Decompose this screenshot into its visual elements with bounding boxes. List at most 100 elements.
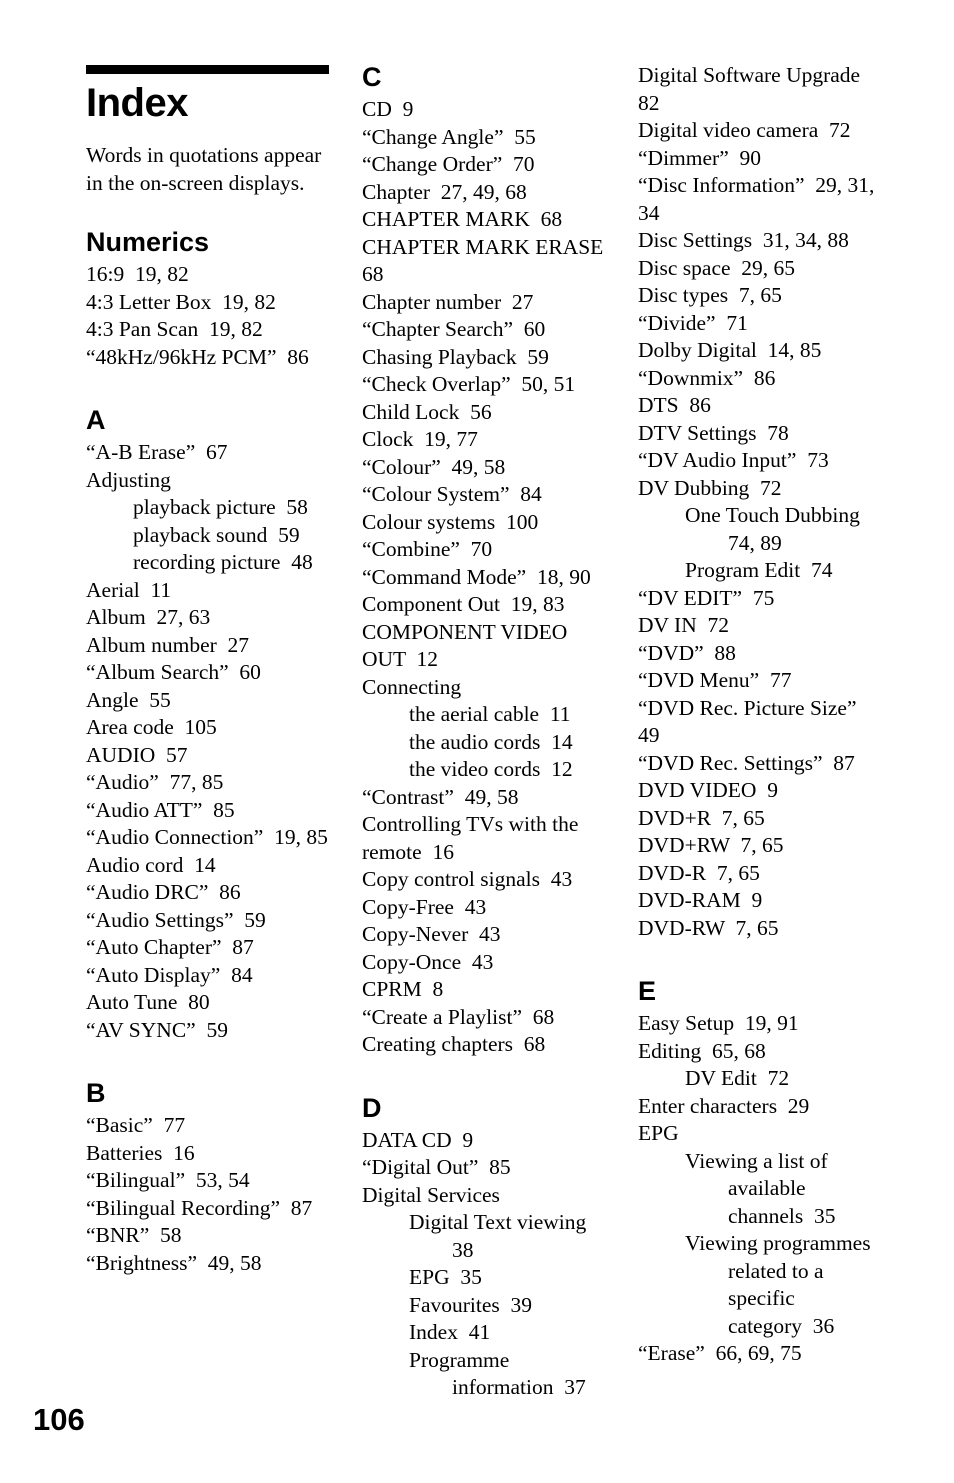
index-entry: DVD-RAM 9 bbox=[638, 888, 763, 912]
index-entry: “Auto Display” 84 bbox=[86, 962, 253, 987]
index-entry: CD 9 bbox=[362, 97, 414, 121]
index-entry: “Dimmer” 90 bbox=[638, 145, 761, 170]
section-heading: C bbox=[362, 62, 382, 92]
index-entry: “BNR” 58 bbox=[86, 1223, 182, 1247]
index-subentry: Digital Text viewing bbox=[409, 1210, 587, 1234]
index-entry: “Bilingual” 53, 54 bbox=[86, 1168, 250, 1192]
index-entry: Chapter number 27 bbox=[362, 289, 534, 314]
index-subentry: One Touch Dubbing bbox=[685, 503, 860, 527]
index-entry: Aerial 11 bbox=[86, 577, 172, 602]
index-section: B “Basic” 77 Batteries 16 “Bilingual” 53, 5… bbox=[84, 1078, 330, 1277]
index-entry: “Audio DRC” 86 bbox=[86, 880, 241, 904]
index-entry: DV IN 72 bbox=[638, 613, 729, 637]
section-heading: D bbox=[362, 1092, 382, 1123]
index-entry: “Colour System” 84 bbox=[362, 482, 542, 506]
index-entry: Angle 55 bbox=[86, 687, 171, 712]
index-entry: Digital Services bbox=[362, 1182, 500, 1207]
index-subentry: DV Edit 72 bbox=[685, 1066, 790, 1090]
index-subentry: available bbox=[728, 1176, 806, 1200]
index-entry: “DVD Rec. Picture Size” 49 bbox=[638, 695, 868, 748]
index-entry: “48kHz/96kHz PCM” 86 bbox=[86, 344, 309, 369]
index-section: Digital Software Upgrade 82 Digital video… bbox=[636, 62, 882, 942]
page-number: 106 bbox=[33, 1402, 85, 1437]
index-column-2: C CD 9 “Change Angle” 55 “Change Order” 70 C… bbox=[360, 62, 606, 1402]
index-entry: “Create a Playlist” 68 bbox=[362, 1004, 555, 1029]
index-entry: Audio cord 14 bbox=[86, 852, 216, 877]
index-subentry: specific bbox=[728, 1286, 795, 1310]
index-entry: Creating chapters 68 bbox=[362, 1032, 546, 1056]
index-entry: Enter characters 29 bbox=[638, 1093, 810, 1118]
index-entry: Batteries 16 bbox=[86, 1140, 195, 1165]
index-subentry: Viewing a list of bbox=[685, 1148, 828, 1173]
page-title: Index bbox=[86, 81, 188, 125]
index-section: D DATA CD 9 “Digital Out” 85 Digital Servic… bbox=[360, 1093, 606, 1402]
index-entry: Component Out 19, 83 bbox=[362, 592, 565, 616]
index-subentry: Index 41 bbox=[409, 1320, 491, 1344]
index-subentry: the audio cords 14 bbox=[409, 729, 573, 754]
intro-text: Words in quotations appear in the on-scr… bbox=[86, 143, 322, 195]
index-entry: Album 27, 63 bbox=[86, 605, 211, 629]
index-entry: Chapter 27, 49, 68 bbox=[362, 179, 527, 204]
index-entry: “A-B Erase” 67 bbox=[86, 440, 228, 464]
index-entry: CHAPTER MARK 68 bbox=[362, 207, 563, 231]
column-1-sections: Numerics 16:9 19, 82 4:3 Letter Box 19, 82… bbox=[84, 227, 330, 1277]
index-entry: “DVD Rec. Settings” 87 bbox=[638, 750, 855, 775]
index-subentry: Program Edit 74 bbox=[685, 558, 833, 582]
index-entry: Chasing Playback 59 bbox=[362, 344, 549, 369]
index-entry: “Contrast” 49, 58 bbox=[362, 784, 519, 809]
index-entry: Controlling TVs with the remote 16 bbox=[362, 812, 584, 864]
index-entry: “Change Angle” 55 bbox=[362, 124, 536, 149]
index-entry: 4:3 Letter Box 19, 82 bbox=[86, 289, 276, 314]
index-entry: “Command Mode” 18, 90 bbox=[362, 564, 591, 589]
index-entry: Connecting bbox=[362, 674, 462, 699]
index-entry: “Combine” 70 bbox=[362, 537, 493, 561]
index-entry: DTV Settings 78 bbox=[638, 420, 789, 445]
index-entry: Copy control signals 43 bbox=[362, 867, 573, 891]
index-entry: “Chapter Search” 60 bbox=[362, 317, 546, 341]
index-entry-list: “A-B Erase” 67 Adjusting playback picture … bbox=[84, 439, 330, 1044]
index-entry: CPRM 8 bbox=[362, 977, 444, 1001]
index-entry: “Audio” 77, 85 bbox=[86, 770, 224, 794]
index-entry: “Colour” 49, 58 bbox=[362, 454, 506, 479]
index-subentry: Viewing programmes bbox=[685, 1231, 871, 1255]
index-columns: Index Words in quotations appear in the … bbox=[84, 62, 894, 1399]
index-entry-list: Easy Setup 19, 91 Editing 65, 68 DV Edit 7… bbox=[636, 1010, 882, 1368]
index-entry: Disc types 7, 65 bbox=[638, 283, 782, 307]
index-entry: Album number 27 bbox=[86, 632, 250, 657]
index-entry: Easy Setup 19, 91 bbox=[638, 1011, 799, 1035]
index-entry: “DVD Menu” 77 bbox=[638, 668, 792, 692]
index-section: A “A-B Erase” 67 Adjusting playback picture… bbox=[84, 405, 330, 1044]
index-entry: “Bilingual Recording” 87 bbox=[86, 1195, 313, 1220]
index-entry: Editing 65, 68 bbox=[638, 1038, 766, 1063]
index-entry: “Brightness” 49, 58 bbox=[86, 1250, 262, 1275]
index-entry: “AV SYNC” 59 bbox=[86, 1017, 228, 1042]
index-entry-list: Digital Software Upgrade 82 Digital video… bbox=[636, 62, 882, 942]
index-subentry: 74, 89 bbox=[728, 530, 782, 555]
column-2-sections: C CD 9 “Change Angle” 55 “Change Order” 70 C… bbox=[360, 62, 606, 1402]
index-entry: “Change Order” 70 bbox=[362, 152, 535, 176]
index-section: Numerics 16:9 19, 82 4:3 Letter Box 19, 82… bbox=[84, 227, 330, 371]
index-page: Index Words in quotations appear in the … bbox=[0, 0, 954, 1483]
index-entry: “Audio ATT” 85 bbox=[86, 797, 235, 822]
index-entry: DVD+RW 7, 65 bbox=[638, 833, 784, 857]
index-subentry: playback sound 59 bbox=[133, 522, 300, 547]
index-entry: “Digital Out” 85 bbox=[362, 1155, 511, 1179]
index-subentry: EPG 35 bbox=[409, 1265, 482, 1289]
index-subentry: related to a bbox=[728, 1258, 824, 1283]
index-subentry: recording picture 48 bbox=[133, 550, 313, 574]
index-entry-list: CD 9 “Change Angle” 55 “Change Order” 70 Ch… bbox=[360, 96, 606, 1059]
index-subentry: the video cords 12 bbox=[409, 757, 573, 781]
column-3-sections: Digital Software Upgrade 82 Digital video… bbox=[636, 62, 882, 1368]
index-entry: Child Lock 56 bbox=[362, 399, 492, 424]
index-entry: COMPONENT VIDEO OUT 12 bbox=[362, 619, 573, 672]
index-entry: DVD-R 7, 65 bbox=[638, 860, 760, 885]
index-entry: Area code 105 bbox=[86, 715, 217, 739]
index-entry: “Audio Settings” 59 bbox=[86, 907, 266, 932]
index-entry: DVD VIDEO 9 bbox=[638, 778, 778, 802]
index-entry: CHAPTER MARK ERASE 68 bbox=[362, 234, 615, 287]
index-entry-list: “Basic” 77 Batteries 16 “Bilingual” 53, 54… bbox=[84, 1112, 330, 1277]
index-entry: “Divide” 71 bbox=[638, 310, 748, 335]
index-entry-list: 16:9 19, 82 4:3 Letter Box 19, 82 4:3 Pan … bbox=[84, 261, 330, 371]
index-entry: “DV EDIT” 75 bbox=[638, 585, 775, 610]
index-entry: “Disc Information” 29, 31, 34 bbox=[638, 173, 880, 225]
